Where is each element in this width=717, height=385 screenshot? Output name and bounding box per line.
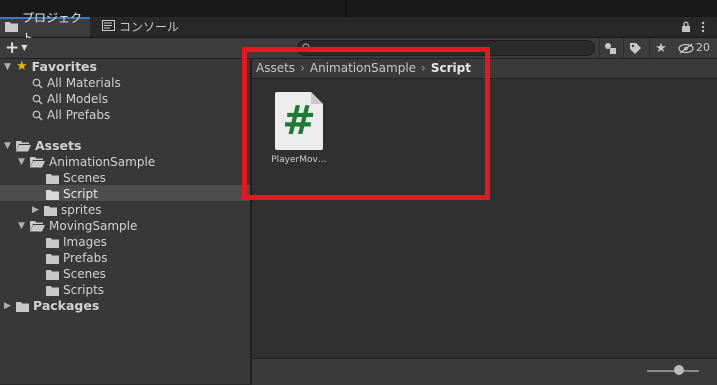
annotation-highlight-box [242, 47, 490, 200]
status-bar [252, 358, 717, 385]
tree-item-label: Scenes [63, 267, 106, 281]
tree-item-label: Prefabs [63, 251, 108, 265]
search-by-type-button[interactable] [599, 39, 622, 57]
favorite-item-label: All Models [47, 92, 108, 106]
kebab-menu-icon[interactable] [701, 17, 705, 37]
search-icon [32, 110, 43, 121]
tag-icon [629, 42, 641, 54]
search-icon [32, 94, 43, 105]
star-icon: ★ [16, 59, 28, 74]
tree-item-images[interactable]: Images [46, 234, 107, 250]
tree-item-sprites[interactable]: ▶ sprites [32, 202, 101, 218]
favorite-item[interactable]: All Prefabs [32, 107, 110, 123]
open-folder-icon [30, 156, 45, 168]
hidden-count: 20 [696, 41, 710, 54]
star-icon: ★ [655, 40, 667, 56]
eye-slash-icon [678, 42, 694, 54]
favorites-label: Favorites [31, 59, 97, 74]
search-by-label-button[interactable] [623, 39, 646, 57]
folder-icon [46, 237, 59, 248]
tree-item-label: AnimationSample [49, 155, 156, 169]
expand-arrow-icon: ▼ [4, 141, 11, 151]
expand-arrow-icon: ▼ [18, 221, 25, 231]
folder-icon [46, 269, 59, 280]
tab-project[interactable]: プロジェクト [0, 11, 90, 45]
folder-icon [46, 253, 59, 264]
favorite-item[interactable]: All Materials [32, 75, 121, 91]
collapse-arrow-icon: ▶ [32, 205, 39, 215]
tree-item-prefabs[interactable]: Prefabs [46, 250, 108, 266]
panel-separator [345, 0, 347, 17]
open-folder-icon [30, 220, 45, 232]
tree-selection-highlight [0, 185, 250, 201]
favorites-header[interactable]: ▼ ★ Favorites [4, 59, 97, 75]
chevron-down-icon: ▼ [21, 43, 28, 52]
zoom-slider-handle[interactable] [674, 365, 684, 375]
expand-arrow-icon: ▼ [4, 62, 11, 72]
tab-console[interactable]: コンソール [97, 17, 197, 37]
tree-item-assets[interactable]: ▼ Assets [4, 138, 81, 154]
tree-item-label: Assets [35, 138, 82, 153]
folder-icon [5, 18, 22, 38]
favorite-item[interactable]: All Models [32, 91, 108, 107]
tree-item-label: Images [63, 235, 107, 249]
tree-item-animation-sample[interactable]: ▼ AnimationSample [18, 154, 155, 170]
hidden-packages-toggle[interactable]: 20 [678, 38, 710, 58]
tree-item-label: Scenes [63, 171, 106, 185]
tab-bar: プロジェクト コンソール [0, 11, 717, 45]
tree-item-label: Scripts [63, 283, 105, 297]
favorite-item-label: All Materials [47, 76, 121, 90]
open-folder-icon [16, 140, 31, 152]
tree-item-script[interactable]: Script [46, 186, 98, 202]
tree-item-label: Script [63, 187, 98, 201]
tab-console-label: コンソール [119, 20, 180, 34]
folder-icon [46, 285, 59, 296]
favorite-button[interactable]: ★ [649, 39, 672, 57]
lock-icon[interactable] [681, 17, 691, 37]
folder-icon [46, 173, 59, 184]
folder-icon [16, 301, 29, 312]
folder-icon [44, 205, 57, 216]
expand-arrow-icon: ▼ [18, 157, 25, 167]
tree-item-scenes[interactable]: Scenes [46, 170, 106, 186]
tree-item-scripts[interactable]: Scripts [46, 282, 104, 298]
tree-item-label: Packages [33, 298, 100, 313]
tree-item-label: sprites [61, 203, 102, 217]
shapes-icon [605, 42, 616, 54]
create-plus-label: + [5, 38, 20, 58]
tree-item-scenes[interactable]: Scenes [46, 266, 106, 282]
console-icon [102, 17, 119, 37]
folder-icon [46, 189, 59, 200]
zoom-slider-track[interactable] [647, 370, 699, 372]
search-icon [32, 78, 43, 89]
tree-item-label: MovingSample [49, 219, 138, 233]
tree-item-packages[interactable]: ▶ Packages [4, 298, 99, 314]
create-button[interactable]: + ▼ [5, 38, 27, 58]
tree-item-moving-sample[interactable]: ▼ MovingSample [18, 218, 137, 234]
favorite-item-label: All Prefabs [47, 108, 111, 122]
collapse-arrow-icon: ▶ [4, 301, 11, 311]
top-strip [0, 0, 717, 17]
